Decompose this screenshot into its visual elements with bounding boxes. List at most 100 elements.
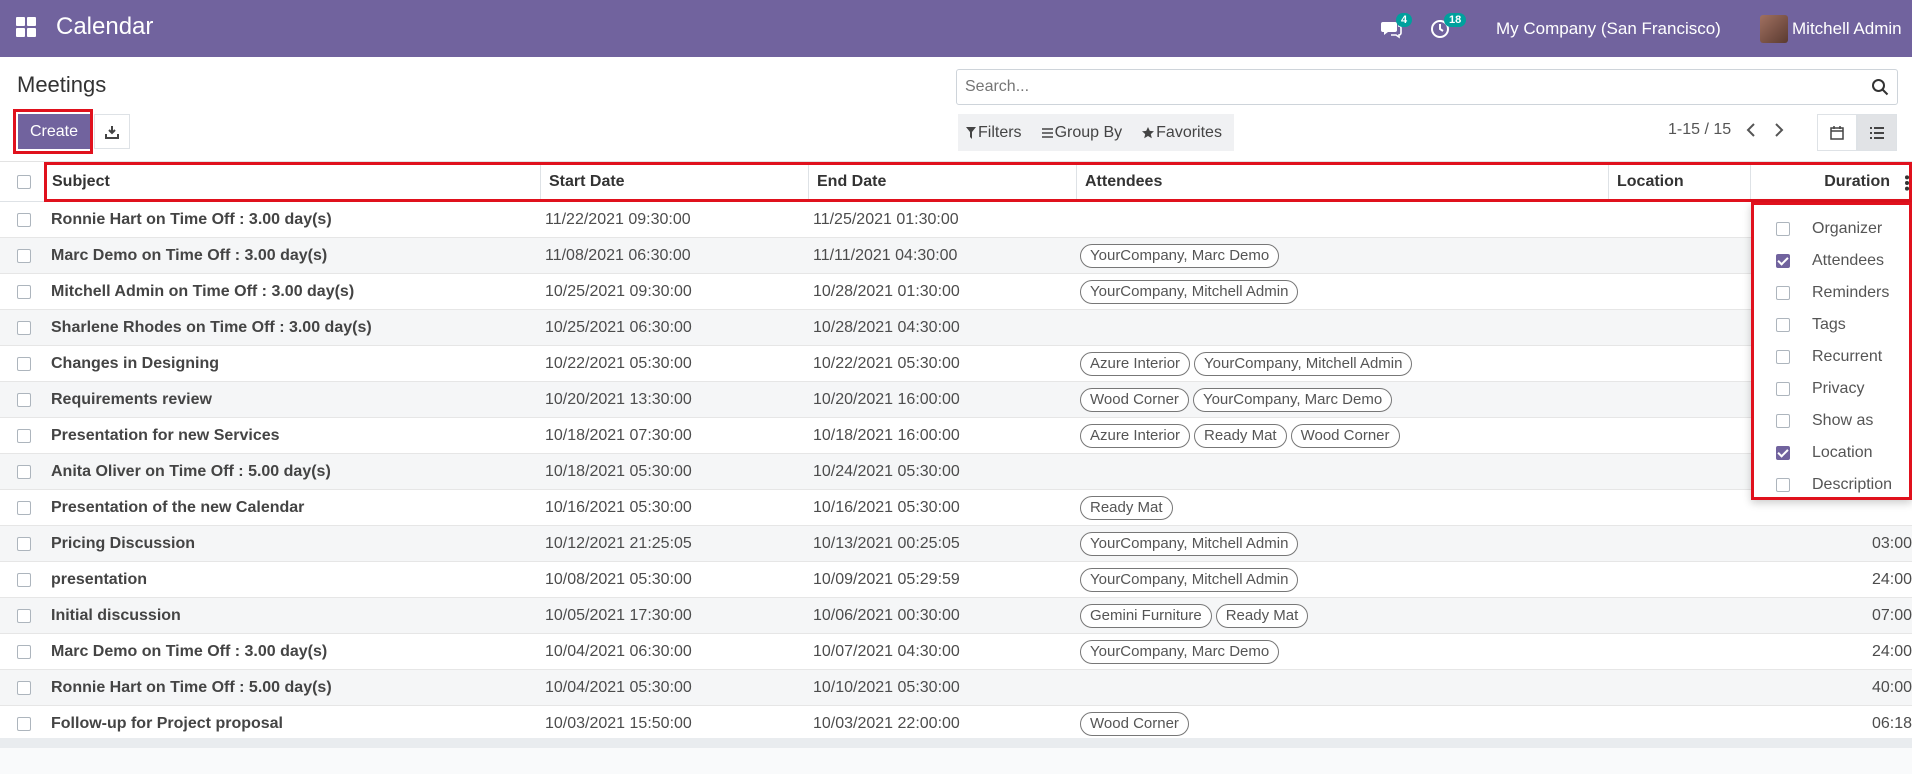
column-subject[interactable]: Subject bbox=[44, 162, 541, 202]
optional-column-tags[interactable]: Tags bbox=[1754, 309, 1912, 341]
column-start-date[interactable]: Start Date bbox=[541, 162, 809, 202]
chevron-right-icon bbox=[1775, 123, 1784, 137]
row-checkbox[interactable] bbox=[17, 321, 31, 335]
select-all-checkbox[interactable] bbox=[17, 175, 31, 189]
end-date-cell: 10/09/2021 05:29:59 bbox=[813, 571, 960, 588]
messages-button[interactable]: 4 bbox=[1380, 0, 1413, 57]
groupby-button[interactable]: Group By bbox=[1041, 124, 1122, 142]
table-row[interactable]: Sharlene Rhodes on Time Off : 3.00 day(s… bbox=[0, 310, 1912, 346]
attendees-cell: YourCompany, Marc Demo bbox=[1080, 244, 1283, 268]
table-row[interactable]: Marc Demo on Time Off : 3.00 day(s) 11/08… bbox=[0, 238, 1912, 274]
optional-column-checkbox[interactable] bbox=[1776, 414, 1790, 428]
column-location[interactable]: Location bbox=[1609, 162, 1751, 202]
app-title[interactable]: Calendar bbox=[56, 13, 153, 41]
table-row[interactable]: Anita Oliver on Time Off : 5.00 day(s) 10… bbox=[0, 454, 1912, 490]
table-row[interactable]: Changes in Designing 10/22/2021 05:30:00 1… bbox=[0, 346, 1912, 382]
attendees-cell: Gemini Furniture Ready Mat bbox=[1080, 604, 1312, 628]
attendees-cell: YourCompany, Mitchell Admin bbox=[1080, 532, 1302, 556]
apps-menu-icon[interactable] bbox=[16, 17, 36, 37]
attendee-tag: YourCompany, Marc Demo bbox=[1080, 640, 1280, 664]
start-date-cell: 10/18/2021 05:30:00 bbox=[545, 463, 692, 480]
row-checkbox[interactable] bbox=[17, 213, 31, 227]
optional-column-checkbox[interactable] bbox=[1776, 382, 1790, 396]
table-row[interactable]: Initial discussion 10/05/2021 17:30:00 10/… bbox=[0, 598, 1912, 634]
end-date-cell: 10/13/2021 00:25:05 bbox=[813, 535, 960, 552]
pager-next-button[interactable] bbox=[1774, 121, 1784, 142]
attendees-cell: YourCompany, Mitchell Admin bbox=[1080, 568, 1302, 592]
calendar-view-button[interactable] bbox=[1817, 114, 1857, 151]
attendee-tag: YourCompany, Marc Demo bbox=[1080, 244, 1280, 268]
start-date-cell: 10/04/2021 06:30:00 bbox=[545, 643, 692, 660]
row-checkbox[interactable] bbox=[17, 717, 31, 731]
end-date-cell: 10/22/2021 05:30:00 bbox=[813, 355, 960, 372]
row-checkbox[interactable] bbox=[17, 609, 31, 623]
row-checkbox[interactable] bbox=[17, 573, 31, 587]
row-checkbox[interactable] bbox=[17, 429, 31, 443]
attendee-tag: Ready Mat bbox=[1080, 496, 1173, 520]
search-bar[interactable] bbox=[956, 69, 1898, 105]
row-checkbox[interactable] bbox=[17, 357, 31, 371]
download-icon bbox=[105, 125, 119, 139]
row-checkbox[interactable] bbox=[17, 393, 31, 407]
create-button[interactable]: Create bbox=[18, 114, 90, 149]
activities-button[interactable]: 18 bbox=[1430, 0, 1467, 57]
table-row[interactable]: Requirements review 10/20/2021 13:30:00 10… bbox=[0, 382, 1912, 418]
row-checkbox[interactable] bbox=[17, 249, 31, 263]
row-checkbox[interactable] bbox=[17, 465, 31, 479]
table-row[interactable]: Presentation of the new Calendar 10/16/20… bbox=[0, 490, 1912, 526]
start-date-cell: 10/04/2021 05:30:00 bbox=[545, 679, 692, 696]
table-row[interactable]: Ronnie Hart on Time Off : 3.00 day(s) 11/… bbox=[0, 202, 1912, 238]
list-view-button[interactable] bbox=[1857, 114, 1897, 151]
table-row[interactable]: Presentation for new Services 10/18/2021 … bbox=[0, 418, 1912, 454]
optional-column-recurrent[interactable]: Recurrent bbox=[1754, 341, 1912, 373]
row-checkbox[interactable] bbox=[17, 681, 31, 695]
table-row[interactable]: Pricing Discussion 10/12/2021 21:25:05 10/… bbox=[0, 526, 1912, 562]
optional-column-privacy[interactable]: Privacy bbox=[1754, 373, 1912, 405]
column-attendees[interactable]: Attendees bbox=[1077, 162, 1609, 202]
optional-column-description[interactable]: Description bbox=[1754, 469, 1912, 501]
table-row[interactable]: Mitchell Admin on Time Off : 3.00 day(s)… bbox=[0, 274, 1912, 310]
optional-column-attendees[interactable]: Attendees bbox=[1754, 245, 1912, 277]
duration-cell: 07:00 bbox=[1871, 607, 1912, 624]
end-date-cell: 10/20/2021 16:00:00 bbox=[813, 391, 960, 408]
row-checkbox[interactable] bbox=[17, 285, 31, 299]
attendees-cell: YourCompany, Marc Demo bbox=[1080, 640, 1283, 664]
end-date-cell: 10/10/2021 05:30:00 bbox=[813, 679, 960, 696]
optional-column-checkbox[interactable] bbox=[1776, 446, 1790, 460]
table-row[interactable]: Follow-up for Project proposal 10/03/2021… bbox=[0, 706, 1912, 742]
search-input[interactable] bbox=[965, 78, 1865, 96]
column-end-date[interactable]: End Date bbox=[809, 162, 1077, 202]
optional-column-reminders[interactable]: Reminders bbox=[1754, 277, 1912, 309]
search-icon[interactable] bbox=[1871, 78, 1889, 96]
messages-count-badge: 4 bbox=[1396, 13, 1413, 27]
filters-button[interactable]: Filters bbox=[966, 124, 1022, 142]
table-row[interactable]: Marc Demo on Time Off : 3.00 day(s) 10/04… bbox=[0, 634, 1912, 670]
favorites-button[interactable]: Favorites bbox=[1142, 124, 1222, 142]
pager-previous-button[interactable] bbox=[1746, 121, 1756, 142]
table-row[interactable]: presentation 10/08/2021 05:30:00 10/09/202… bbox=[0, 562, 1912, 598]
attendee-tag: YourCompany, Mitchell Admin bbox=[1080, 280, 1299, 304]
row-checkbox[interactable] bbox=[17, 501, 31, 515]
optional-columns-toggle-icon[interactable] bbox=[1902, 174, 1912, 192]
subject-cell: presentation bbox=[51, 571, 148, 588]
pager-value[interactable]: 1-15 / 15 bbox=[1668, 121, 1731, 139]
end-date-cell: 10/07/2021 04:30:00 bbox=[813, 643, 960, 660]
optional-column-organizer[interactable]: Organizer bbox=[1754, 213, 1912, 245]
optional-column-checkbox[interactable] bbox=[1776, 222, 1790, 236]
table-row[interactable]: Ronnie Hart on Time Off : 5.00 day(s) 10/… bbox=[0, 670, 1912, 706]
row-checkbox[interactable] bbox=[17, 645, 31, 659]
subject-cell: Changes in Designing bbox=[51, 355, 220, 372]
export-button[interactable] bbox=[94, 114, 130, 149]
user-name: Mitchell Admin bbox=[1792, 18, 1902, 38]
company-switcher[interactable]: My Company (San Francisco) bbox=[1496, 0, 1721, 57]
user-menu[interactable]: Mitchell Admin bbox=[1760, 0, 1902, 57]
optional-column-checkbox[interactable] bbox=[1776, 318, 1790, 332]
optional-column-checkbox[interactable] bbox=[1776, 478, 1790, 492]
optional-column-checkbox[interactable] bbox=[1776, 286, 1790, 300]
column-duration[interactable]: Duration bbox=[1751, 162, 1896, 202]
optional-column-location[interactable]: Location bbox=[1754, 437, 1912, 469]
row-checkbox[interactable] bbox=[17, 537, 31, 551]
optional-column-checkbox[interactable] bbox=[1776, 254, 1790, 268]
optional-column-show-as[interactable]: Show as bbox=[1754, 405, 1912, 437]
optional-column-checkbox[interactable] bbox=[1776, 350, 1790, 364]
